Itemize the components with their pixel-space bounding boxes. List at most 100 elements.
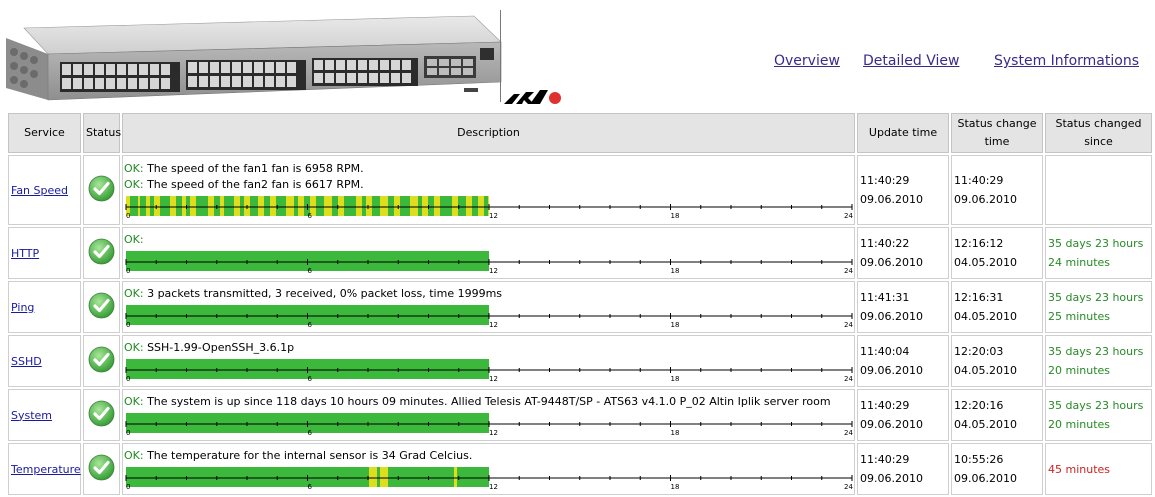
status-changed-since-cell [1045, 155, 1152, 225]
timeline-fill-segment [418, 195, 422, 216]
check-circle-icon [88, 346, 115, 373]
since-value: 35 days 23 hours [1048, 291, 1144, 304]
timeline-hour-label: 6 [308, 212, 313, 220]
description-line: OK: The temperature for the internal sen… [124, 448, 852, 464]
timeline-hour-label: 0 [126, 375, 130, 383]
ok-label: OK: [124, 394, 144, 408]
timeline-hour-label: 0 [126, 212, 130, 220]
update-date: 09.06.2010 [860, 193, 923, 206]
status-cell [83, 335, 120, 387]
change-time: 11:40:29 [954, 174, 1004, 187]
check-circle-icon [88, 400, 115, 427]
service-status-table: Service Status Description Update time S… [6, 111, 1154, 497]
service-link[interactable]: HTTP [11, 247, 39, 260]
timeline-fill-segment [240, 195, 244, 216]
col-header-status: Status [83, 113, 121, 153]
service-cell: Fan Speed [8, 155, 81, 225]
timeline-fill-segment [140, 195, 146, 216]
description-text: The system is up since 118 days 10 hours… [143, 394, 831, 408]
table-row: Ping OK: 3 packets transmitted, 3 receive… [8, 281, 1152, 333]
update-date: 09.06.2010 [860, 256, 923, 269]
status-cell [83, 389, 120, 441]
service-link[interactable]: Fan Speed [11, 184, 68, 197]
status-timeline-bar: 0 6 12 18 24 [125, 412, 853, 437]
change-time: 12:20:16 [954, 399, 1004, 412]
description-line: OK: The system is up since 118 days 10 h… [124, 394, 852, 410]
status-cell [83, 281, 120, 333]
timeline-hour-label: 24 [844, 212, 853, 220]
col-header-status-change-time: Status change time [951, 113, 1043, 153]
update-time-cell: 11:41:31 09.06.2010 [857, 281, 949, 333]
update-time-cell: 11:40:29 09.06.2010 [857, 389, 949, 441]
description-text: SSH-1.99-OpenSSH_3.6.1p [143, 340, 295, 354]
update-date: 09.06.2010 [860, 472, 923, 485]
timeline-fill-segment [380, 466, 388, 487]
update-time: 11:40:04 [860, 345, 910, 358]
status-changed-since-cell: 35 days 23 hours 25 minutes [1045, 281, 1152, 333]
nav-link-system-informations[interactable]: System Informations [994, 53, 1139, 69]
description-line: OK: SSH-1.99-OpenSSH_3.6.1p [124, 340, 852, 356]
ok-label: OK: [124, 286, 144, 300]
timeline-hour-label: 12 [489, 267, 498, 275]
timeline-hour-label: 24 [844, 267, 853, 275]
description-line: OK: 3 packets transmitted, 3 received, 0… [124, 286, 852, 302]
change-date: 09.06.2010 [954, 472, 1017, 485]
nav-link-detailed-view[interactable]: Detailed View [863, 53, 959, 69]
timeline-hour-label: 18 [671, 429, 680, 437]
update-time-cell: 11:40:22 09.06.2010 [857, 227, 949, 279]
timeline-hour-label: 18 [671, 321, 680, 329]
timeline-fill-segment [250, 195, 258, 216]
table-header-row: Service Status Description Update time S… [8, 113, 1152, 153]
status-change-time-cell: 12:16:31 04.05.2010 [951, 281, 1043, 333]
status-changed-since-cell: 35 days 23 hours 20 minutes [1045, 335, 1152, 387]
update-time-cell: 11:40:29 09.06.2010 [857, 443, 949, 495]
timeline-fill-segment [388, 195, 394, 216]
timeline-hour-label: 24 [844, 429, 853, 437]
service-cell: HTTP [8, 227, 81, 279]
timeline-fill-segment [372, 195, 380, 216]
description-line: OK: [124, 232, 852, 248]
timeline-hour-label: 24 [844, 375, 853, 383]
status-cell [83, 155, 120, 225]
update-time: 11:40:29 [860, 174, 910, 187]
description-line: OK: The speed of the fan2 fan is 6617 RP… [124, 177, 852, 193]
since-value: 35 days 23 hours [1048, 345, 1144, 358]
status-timeline-bar: 0 6 12 18 24 [125, 250, 853, 275]
status-cell [83, 443, 120, 495]
service-cell: SSHD [8, 335, 81, 387]
nav-link-overview[interactable]: Overview [774, 53, 840, 69]
change-date: 04.05.2010 [954, 256, 1017, 269]
check-circle-icon [88, 454, 115, 481]
service-cell: Ping [8, 281, 81, 333]
service-link[interactable]: SSHD [11, 355, 42, 368]
timeline-hour-label: 12 [489, 483, 498, 491]
service-link[interactable]: Temperature [11, 463, 81, 476]
update-time-cell: 11:40:29 09.06.2010 [857, 155, 949, 225]
description-text: 3 packets transmitted, 3 received, 0% pa… [143, 286, 503, 300]
check-circle-icon [88, 292, 115, 319]
update-time: 11:41:31 [860, 291, 910, 304]
timeline-fill-segment [332, 195, 338, 216]
service-cell: Temperature [8, 443, 81, 495]
table-row: Fan Speed OK: The speed of the fan1 fan i… [8, 155, 1152, 225]
description-cell: OK: The temperature for the internal sen… [122, 443, 855, 495]
status-change-time-cell: 12:20:03 04.05.2010 [951, 335, 1043, 387]
timeline-hour-label: 6 [308, 267, 313, 275]
timeline-hour-label: 6 [308, 321, 313, 329]
col-header-status-changed-since: Status changed since [1045, 113, 1152, 153]
col-header-update-time: Update time [857, 113, 949, 153]
update-time-cell: 11:40:04 09.06.2010 [857, 335, 949, 387]
service-link[interactable]: System [11, 409, 52, 422]
timeline-fill-segment [196, 195, 208, 216]
col-header-description: Description [122, 113, 855, 153]
status-timeline-bar: 0 6 12 18 24 [125, 304, 853, 329]
timeline-fill-segment [362, 195, 366, 216]
timeline-fill-segment [400, 195, 410, 216]
service-link[interactable]: Ping [11, 301, 34, 314]
update-date: 09.06.2010 [860, 310, 923, 323]
timeline-fill-segment [160, 195, 170, 216]
table-row: Temperature OK: The temperature for the i… [8, 443, 1152, 495]
since-value: 25 minutes [1048, 310, 1111, 323]
ok-label: OK: [124, 177, 144, 191]
timeline-hour-label: 6 [308, 375, 313, 383]
